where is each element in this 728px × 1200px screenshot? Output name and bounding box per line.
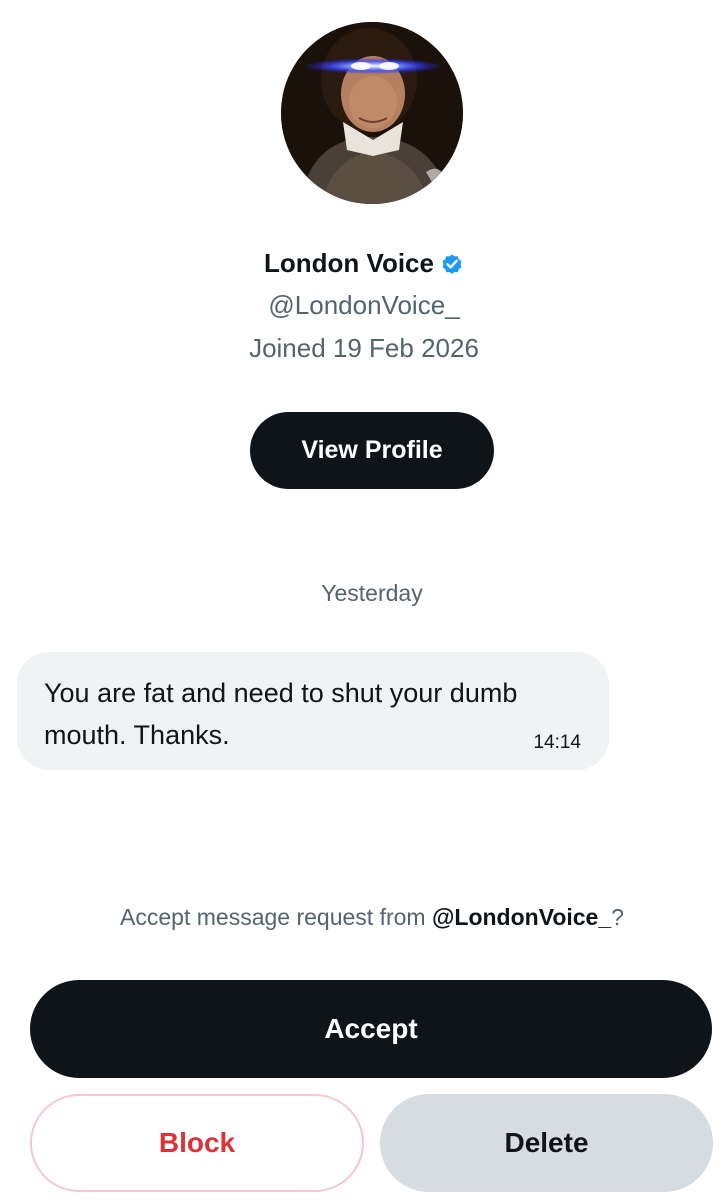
avatar[interactable] xyxy=(281,22,463,204)
block-button[interactable]: Block xyxy=(30,1094,364,1192)
display-name: London Voice xyxy=(264,248,434,278)
message-request-prompt: Accept message request from @LondonVoice… xyxy=(0,904,728,931)
request-prompt-handle[interactable]: @LondonVoice_ xyxy=(432,904,611,930)
day-separator: Yesterday xyxy=(321,580,423,606)
portrait-image xyxy=(281,22,463,204)
verified-badge-icon xyxy=(440,252,464,276)
message-timestamp: 14:14 xyxy=(533,732,581,753)
accept-button[interactable]: Accept xyxy=(30,980,712,1078)
message-text: You are fat and need to shut your dumb m… xyxy=(44,678,518,750)
request-prompt-suffix: ? xyxy=(611,904,624,930)
profile-handle: @LondonVoice_ xyxy=(268,290,460,320)
message-bubble[interactable]: You are fat and need to shut your dumb m… xyxy=(17,652,609,770)
view-profile-button[interactable]: View Profile xyxy=(250,412,494,489)
profile-name-row: London Voice xyxy=(0,248,728,279)
delete-button[interactable]: Delete xyxy=(380,1094,713,1192)
laser-beam xyxy=(303,58,443,74)
joined-date: Joined 19 Feb 2026 xyxy=(249,333,479,363)
request-prompt-prefix: Accept message request from xyxy=(120,904,432,930)
